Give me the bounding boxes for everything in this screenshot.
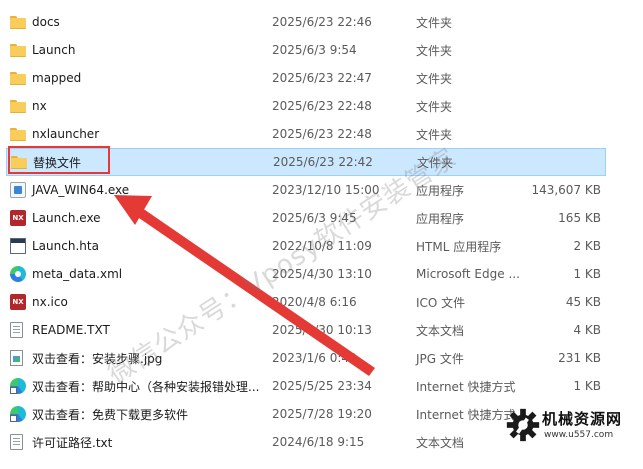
- gear-icon: [506, 408, 540, 442]
- site-url: www.u557.com: [544, 430, 614, 440]
- site-title: 机械资源网: [542, 410, 623, 428]
- site-logo: 机械资源网 www.u557.com: [504, 402, 638, 460]
